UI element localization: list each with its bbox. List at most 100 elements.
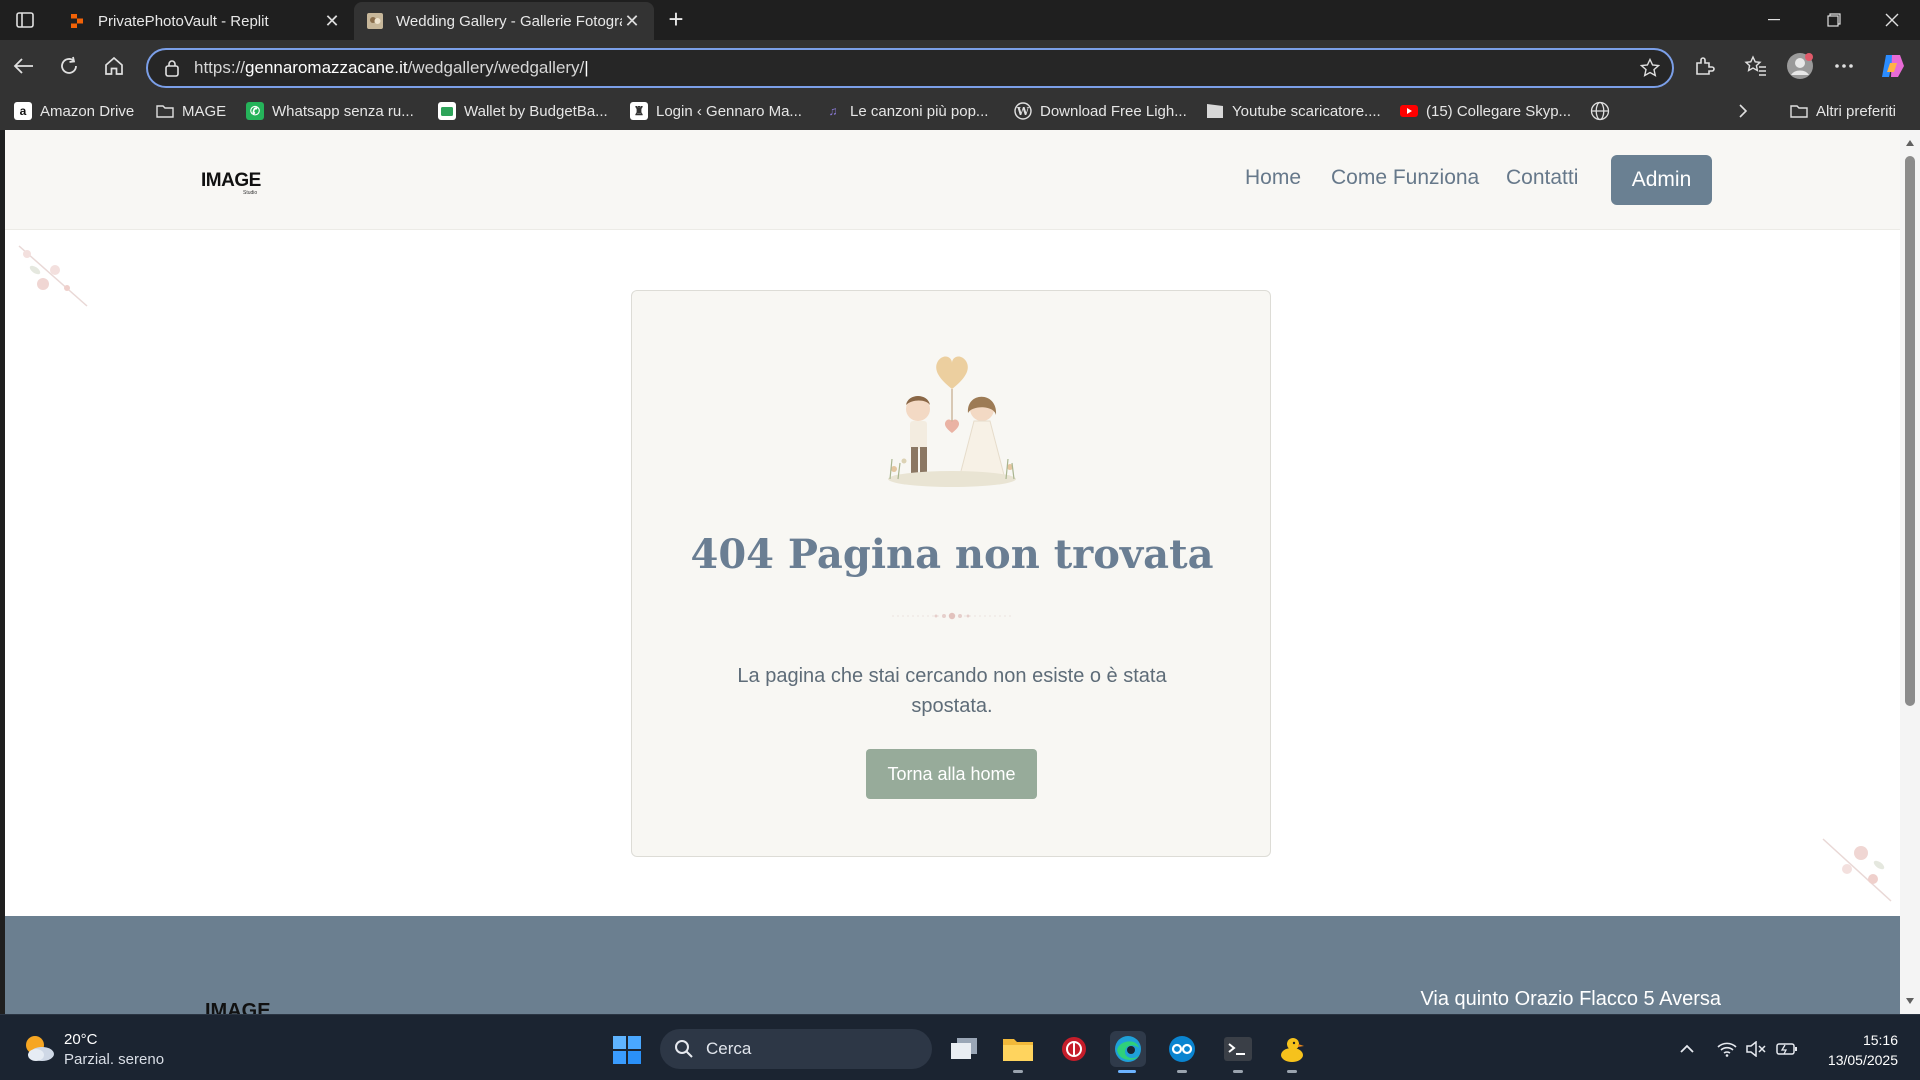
close-icon[interactable]: ✕ — [322, 11, 342, 31]
tab-title: PrivatePhotoVault - Replit — [98, 12, 269, 30]
footer-logo[interactable]: IMAGE — [205, 1000, 271, 1014]
battery-icon[interactable] — [1776, 1039, 1798, 1059]
close-icon[interactable]: ✕ — [622, 11, 642, 31]
bookmark-label: MAGE — [182, 102, 227, 120]
more-options-icon[interactable] — [1830, 52, 1858, 80]
music-icon: ♫ — [828, 104, 838, 118]
admin-button[interactable]: Admin — [1611, 155, 1712, 205]
clock-time: 15:16 — [1862, 1032, 1898, 1048]
bookmark-label: Whatsapp senza ru... — [272, 102, 414, 120]
login-icon: ♜ — [630, 102, 648, 120]
back-home-button[interactable]: Torna alla home — [866, 749, 1037, 799]
tab-actions-icon[interactable] — [12, 8, 38, 32]
folder-icon — [1790, 102, 1808, 120]
wedding-couple-illustration-icon — [888, 356, 1016, 487]
bookmark-label: Login ‹ Gennaro Ma... — [656, 102, 802, 120]
copilot-icon[interactable] — [1878, 52, 1906, 80]
taskbar-search[interactable]: Cerca — [660, 1029, 932, 1069]
gallery-favicon-icon — [366, 12, 384, 30]
bookmark-canzoni[interactable]: ♫ Le canzoni più pop... — [824, 100, 989, 122]
running-indicator — [1013, 1070, 1023, 1073]
running-indicator — [1177, 1070, 1187, 1073]
svg-text:W: W — [1016, 105, 1030, 118]
system-clock[interactable]: 15:16 13/05/2025 — [1828, 1030, 1898, 1070]
restore-icon[interactable] — [1806, 0, 1862, 40]
error-message: La pagina che stai cercando non esiste o… — [737, 665, 1167, 717]
bookmark-mage[interactable]: MAGE — [156, 100, 226, 122]
weather-description[interactable]: Parzial. sereno — [64, 1051, 164, 1068]
site-logo[interactable]: IMAGE — [201, 170, 261, 192]
replit-icon — [68, 12, 86, 30]
tab-title: Wedding Gallery - Gallerie Fotografiche — [396, 12, 622, 30]
close-window-icon[interactable] — [1864, 0, 1920, 40]
nav-come-funziona[interactable]: Come Funziona — [1331, 166, 1479, 190]
bookmark-label: (15) Collegare Skyp... — [1426, 102, 1572, 120]
clock-date: 13/05/2025 — [1827, 1052, 1898, 1068]
reload-icon[interactable] — [55, 52, 83, 80]
url-domain: gennaromazzacane.it — [245, 58, 408, 77]
site-logo-sub: Studio — [243, 190, 258, 196]
youtube-icon — [1400, 102, 1418, 120]
bookmark-youtube-scaricatore[interactable]: Youtube scaricatore.... — [1206, 100, 1381, 122]
site-info-icon[interactable] — [162, 58, 182, 78]
scroll-up-arrow-icon[interactable] — [1905, 138, 1915, 148]
bookmark-login[interactable]: ♜ Login ‹ Gennaro Ma... — [630, 100, 802, 122]
task-view-icon[interactable] — [946, 1031, 982, 1067]
page-scrollbar[interactable] — [1900, 130, 1920, 1014]
tab-replit[interactable]: PrivatePhotoVault - Replit ✕ — [56, 2, 354, 40]
bookmark-collegare-skype[interactable]: (15) Collegare Skyp... — [1400, 100, 1571, 122]
terminal-icon[interactable] — [1220, 1031, 1256, 1067]
tab-wedding-gallery[interactable]: Wedding Gallery - Gallerie Fotografiche … — [354, 2, 654, 40]
new-tab-icon[interactable]: + — [664, 6, 688, 32]
file-explorer-icon[interactable] — [1000, 1031, 1036, 1067]
duck-app-icon[interactable] — [1274, 1031, 1310, 1067]
extensions-icon[interactable] — [1690, 52, 1718, 80]
edge-browser-icon[interactable] — [1110, 1031, 1146, 1067]
bookmark-download-free[interactable]: W Download Free Ligh... — [1014, 100, 1187, 122]
wallet-icon — [438, 102, 456, 120]
favorite-star-icon[interactable] — [1639, 57, 1661, 78]
address-bar[interactable]: https://gennaromazzacane.it/wedgallery/w… — [146, 48, 1674, 88]
favorites-icon[interactable] — [1742, 52, 1770, 80]
bookmark-label: Amazon Drive — [40, 102, 135, 120]
bookmark-whatsapp[interactable]: ✆ Whatsapp senza ru... — [246, 100, 414, 122]
globe-bookmark-icon[interactable] — [1590, 100, 1610, 122]
not-found-card: 404 Pagina non trovata La pagina che sta… — [631, 290, 1271, 857]
bookmarks-bar: a Amazon Drive MAGE ✆ Whatsapp senza ru.… — [0, 92, 1920, 130]
tab-strip: PrivatePhotoVault - Replit ✕ Wedding Gal… — [0, 0, 1920, 40]
whatsapp-icon: ✆ — [246, 102, 264, 120]
windows-taskbar: 20°C Parzial. sereno Cerca 15:16 13/05/2… — [0, 1014, 1920, 1080]
bookmark-wallet[interactable]: Wallet by BudgetBa... — [438, 100, 608, 122]
nav-contatti[interactable]: Contatti — [1506, 166, 1578, 190]
show-hidden-icons-chevron-icon[interactable] — [1676, 1039, 1698, 1059]
bookmark-amazon-drive[interactable]: a Amazon Drive — [14, 100, 134, 122]
active-indicator — [1118, 1070, 1136, 1073]
other-favorites[interactable]: Altri preferiti — [1790, 100, 1896, 122]
windows-start-icon[interactable] — [612, 1035, 642, 1065]
partly-cloudy-weather-icon[interactable] — [22, 1033, 56, 1063]
other-favorites-label: Altri preferiti — [1816, 102, 1897, 120]
bookmark-label: Youtube scaricatore.... — [1232, 102, 1381, 120]
error-title: 404 Pagina non trovata — [690, 531, 1214, 578]
meetup-app-icon[interactable] — [1164, 1031, 1200, 1067]
url-text[interactable]: https://gennaromazzacane.it/wedgallery/w… — [194, 58, 589, 78]
home-icon[interactable] — [100, 52, 128, 80]
weather-temperature[interactable]: 20°C — [64, 1031, 98, 1048]
scroll-down-arrow-icon[interactable] — [1905, 996, 1915, 1006]
minimize-icon[interactable] — [1746, 0, 1802, 40]
bookmarks-overflow-chevron-icon[interactable] — [1738, 100, 1748, 122]
nav-home[interactable]: Home — [1245, 166, 1301, 190]
back-icon[interactable] — [10, 52, 38, 80]
url-scheme: https:// — [194, 58, 246, 77]
security-app-icon[interactable] — [1056, 1031, 1092, 1067]
running-indicator — [1233, 1070, 1243, 1073]
page-viewport: IMAGE Studio Home Come Funziona Contatti… — [5, 130, 1900, 1014]
running-indicator — [1287, 1070, 1297, 1073]
scroll-thumb[interactable] — [1905, 156, 1915, 706]
wordpress-icon: W — [1014, 102, 1032, 120]
profile-avatar-icon[interactable] — [1786, 52, 1814, 80]
url-path: /wedgallery/wedgallery/ — [407, 58, 585, 77]
footer-address: Via quinto Orazio Flacco 5 Aversa — [1420, 988, 1721, 1010]
volume-muted-icon[interactable] — [1746, 1039, 1768, 1059]
wifi-icon[interactable] — [1716, 1039, 1738, 1059]
